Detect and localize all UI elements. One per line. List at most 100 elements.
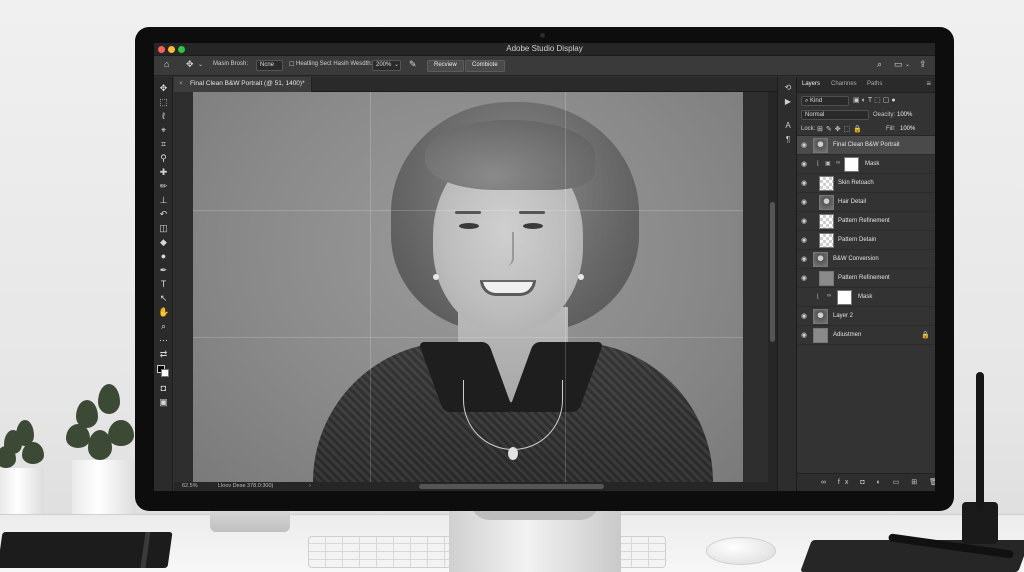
layer-row[interactable]: ◉ ⌊ ▣ ∞ Mask <box>797 155 935 174</box>
search-icon[interactable]: ⌕ <box>877 59 882 70</box>
document-tab-bar: × Final Clean B&W Portrait (@ 51, 1400)* <box>174 77 777 92</box>
vertical-scrollbar-thumb[interactable] <box>770 202 775 342</box>
eye-icon[interactable]: ◉ <box>801 274 807 282</box>
mask-brush-label: Masin Brosh: <box>213 61 249 67</box>
pen-pressure-icon[interactable]: ✎ <box>409 59 417 70</box>
status-bar: 62.5% Lloov Dese 378.0:300) › <box>174 482 414 491</box>
combine-button[interactable]: Combiote <box>465 60 505 72</box>
filter-type-icons[interactable]: ▣◐T⬚▢● <box>853 96 898 104</box>
history-brush-tool-icon[interactable]: ↶ <box>158 209 169 220</box>
mask-icon: ▣ <box>825 161 831 167</box>
eye-icon[interactable]: ◉ <box>801 255 807 263</box>
brush-tool-icon[interactable]: ✏ <box>158 181 169 192</box>
workspace-icon[interactable]: ▭ <box>894 59 903 70</box>
eye-icon[interactable]: ◉ <box>801 217 807 225</box>
pen-tool-icon[interactable]: ✒ <box>158 265 169 276</box>
eraser-tool-icon[interactable]: ◫ <box>158 223 169 234</box>
status-menu-arrow[interactable]: › <box>309 483 311 489</box>
path-select-tool-icon[interactable]: ↖ <box>158 293 169 304</box>
review-button[interactable]: Recview <box>427 60 464 72</box>
eye-icon[interactable]: ◉ <box>801 331 807 339</box>
clone-stamp-tool-icon[interactable]: ⊥ <box>158 195 169 206</box>
zoom-tool-icon[interactable]: ⌕ <box>158 321 169 332</box>
layer-row[interactable]: ◉ Pattern Refinement <box>797 212 935 231</box>
swap-colors-icon[interactable]: ⇄ <box>158 349 169 360</box>
layer-row[interactable]: ◉ Layer 2 <box>797 307 935 326</box>
eye-icon[interactable]: ◉ <box>801 160 807 168</box>
portrait-photo[interactable] <box>193 92 743 482</box>
notebook <box>0 532 173 568</box>
link-icon[interactable]: ∞ <box>827 293 831 299</box>
chevron-down-icon[interactable]: ⌄ <box>198 61 203 68</box>
layer-row[interactable]: ◉ Hair Detail <box>797 193 935 212</box>
more-tools-icon[interactable]: ⋯ <box>158 335 169 346</box>
share-icon[interactable]: ⇪ <box>919 59 927 70</box>
fill-input[interactable]: 100% <box>900 126 915 132</box>
lock-row: Lock: ⊞✎✥⬚🔒 Fill: 100% <box>797 122 935 136</box>
document-tab[interactable]: × Final Clean B&W Portrait (@ 51, 1400)* <box>174 77 312 92</box>
link-icon[interactable]: ∞ <box>836 160 840 166</box>
eyedropper-tool-icon[interactable]: ⚲ <box>158 153 169 164</box>
options-bar: ⌂ ✥ ⌄ Masin Brosh: Ncne ☐ Heatling Sect … <box>154 56 935 76</box>
eye-icon[interactable]: ◉ <box>801 236 807 244</box>
checkbox-icon[interactable]: ☐ <box>289 61 294 68</box>
eye-icon[interactable]: ◉ <box>801 312 807 320</box>
fill-label: Fill: <box>886 126 896 132</box>
dodge-tool-icon[interactable]: ● <box>158 251 169 262</box>
layer-actions-icons[interactable]: ∞ fx ◘ ◐ ▭ ⊞ 🗑 <box>821 478 935 486</box>
layer-thumbnail <box>819 214 834 229</box>
eye-icon[interactable]: ◉ <box>801 179 807 187</box>
layer-row[interactable]: ◉ B&W Conversion <box>797 250 935 269</box>
crop-tool-icon[interactable]: ⌗ <box>158 139 169 150</box>
layer-name: Skin Retoach <box>838 180 874 186</box>
zoom-level[interactable]: 62.5% <box>182 483 198 489</box>
lasso-tool-icon[interactable]: ℓ <box>158 111 169 122</box>
lock-options-icons[interactable]: ⊞✎✥⬚🔒 <box>817 125 865 133</box>
blend-mode-select[interactable]: Normal <box>801 110 869 120</box>
tab-channels[interactable]: Chamnes <box>831 81 857 87</box>
kind-filter-select[interactable]: ⌕ Kind <box>801 96 849 106</box>
tab-paths[interactable]: Paths <box>867 81 882 87</box>
tab-layers[interactable]: Layers <box>802 81 820 87</box>
healing-brush-tool-icon[interactable]: ✚ <box>158 167 169 178</box>
horizontal-scrollbar-thumb[interactable] <box>419 484 604 489</box>
opacity-input[interactable]: 100% <box>897 112 912 118</box>
layer-filter-row: ⌕ Kind ▣◐T⬚▢● <box>797 93 935 108</box>
portrait-smile <box>480 280 536 296</box>
layer-row[interactable]: ⌊ ∞ Mask <box>797 288 935 307</box>
chevron-down-icon[interactable]: ⌄ <box>905 61 910 68</box>
hand-tool-icon[interactable]: ✋ <box>158 307 169 318</box>
layer-row[interactable]: ◉ Adiustmen 🔒 <box>797 326 935 345</box>
portrait-bangs <box>425 120 595 190</box>
desk-scene: Adobe Studio Display ⌂ ✥ ⌄ Masin Brosh: … <box>0 0 1024 572</box>
vertical-scrollbar[interactable] <box>768 92 777 482</box>
portrait-pendant <box>508 447 518 460</box>
play-icon[interactable]: ▶ <box>783 97 793 106</box>
close-icon[interactable]: × <box>179 80 183 87</box>
mask-brush-select[interactable]: Ncne <box>256 60 283 71</box>
character-icon[interactable]: A <box>783 121 793 130</box>
marquee-tool-icon[interactable]: ⬚ <box>158 97 169 108</box>
quick-select-tool-icon[interactable]: ⌖ <box>158 125 169 136</box>
paragraph-icon[interactable]: ¶ <box>783 135 793 144</box>
eye-icon[interactable]: ◉ <box>801 198 807 206</box>
blur-tool-icon[interactable]: ◆ <box>158 237 169 248</box>
canvas-area[interactable] <box>174 92 777 482</box>
screen-mode-icon[interactable]: ▣ <box>158 397 169 408</box>
layer-row[interactable]: ◉ Pattern Detain <box>797 231 935 250</box>
chevron-down-icon[interactable]: ⌄ <box>394 61 399 68</box>
layer-row[interactable]: ◉ Pattern Refinement <box>797 269 935 288</box>
home-icon[interactable]: ⌂ <box>164 59 169 69</box>
quick-mask-icon[interactable]: ◘ <box>158 383 169 394</box>
history-icon[interactable]: ⟲ <box>783 83 793 92</box>
type-tool-icon[interactable]: T <box>158 279 169 290</box>
eye-icon[interactable]: ◉ <box>801 141 807 149</box>
document-tab-title: Final Clean B&W Portrait (@ 51, 1400)* <box>190 80 305 87</box>
move-icon[interactable]: ✥ <box>186 59 194 70</box>
layer-row[interactable]: ◉ Skin Retoach <box>797 174 935 193</box>
background-color-swatch[interactable] <box>161 369 169 377</box>
panel-menu-icon[interactable]: ≡ <box>926 79 931 88</box>
layer-row[interactable]: ◉ Final Clean B&W Portrait <box>797 136 935 155</box>
move-tool-icon[interactable]: ✥ <box>158 83 169 94</box>
layer-name: Pattern Detain <box>838 237 877 243</box>
